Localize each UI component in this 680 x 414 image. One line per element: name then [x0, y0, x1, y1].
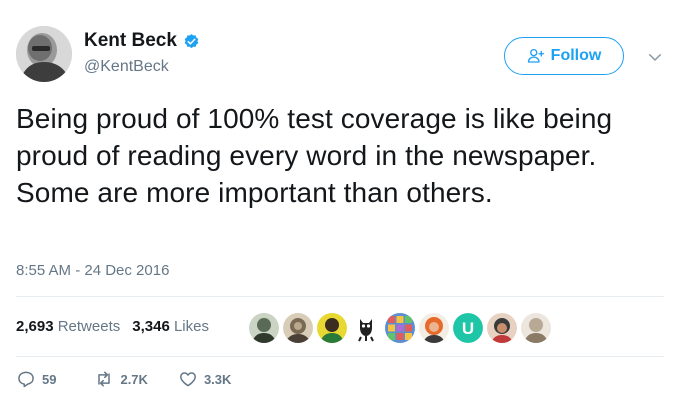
liker-avatar-9[interactable] — [521, 313, 551, 343]
chevron-down-icon[interactable] — [646, 48, 664, 66]
retweets-stat[interactable]: 2,693 Retweets — [16, 318, 120, 335]
tweet-actions: 59 2.7K 3.3K — [16, 369, 231, 389]
liker-avatar-6[interactable] — [419, 313, 449, 343]
heart-icon — [179, 372, 196, 387]
author-name[interactable]: Kent Beck — [84, 30, 177, 52]
like-button[interactable]: 3.3K — [178, 369, 231, 389]
liker-avatar-8[interactable] — [487, 313, 517, 343]
tweet-stats: 2,693 Retweets 3,346 Likes — [16, 318, 209, 335]
retweets-count: 2,693 — [16, 318, 54, 335]
reply-count: 59 — [42, 371, 57, 387]
like-count: 3.3K — [203, 371, 232, 387]
retweet-icon — [98, 371, 111, 387]
retweet-count: 2.7K — [120, 371, 148, 387]
divider — [16, 296, 664, 297]
liker-avatar-3[interactable] — [317, 313, 347, 343]
tweet-timestamp[interactable]: 8:55 AM - 24 Dec 2016 — [16, 262, 169, 279]
liker-avatar-1[interactable] — [249, 313, 279, 343]
svg-text:U: U — [462, 319, 474, 338]
divider — [16, 356, 664, 357]
avatar[interactable] — [16, 26, 72, 82]
profile-photo-icon — [16, 26, 72, 82]
follow-button[interactable]: Follow — [504, 37, 624, 75]
likes-stat[interactable]: 3,346 Likes — [132, 318, 209, 335]
likes-label: Likes — [173, 318, 209, 335]
add-user-icon — [527, 48, 544, 63]
retweets-label: Retweets — [57, 318, 121, 335]
tweet-card: Kent Beck @KentBeck Follow Being proud o… — [0, 0, 680, 414]
tweet-text: Being proud of 100% test coverage is lik… — [16, 103, 613, 208]
liker-avatar-4[interactable] — [351, 313, 381, 343]
verified-badge-icon — [184, 33, 199, 48]
likes-count: 3,346 — [132, 318, 170, 335]
reply-button[interactable]: 59 — [16, 369, 56, 389]
retweet-button[interactable]: 2.7K — [94, 369, 148, 389]
author-handle[interactable]: @KentBeck — [84, 58, 169, 76]
reply-icon — [18, 371, 34, 388]
follow-button-label: Follow — [550, 47, 602, 64]
liker-avatar-2[interactable] — [283, 313, 313, 343]
likers-list: U — [249, 313, 551, 343]
liker-avatar-5[interactable] — [385, 313, 415, 343]
author-name-row: Kent Beck — [84, 30, 200, 52]
liker-avatar-7[interactable]: U — [453, 313, 483, 343]
